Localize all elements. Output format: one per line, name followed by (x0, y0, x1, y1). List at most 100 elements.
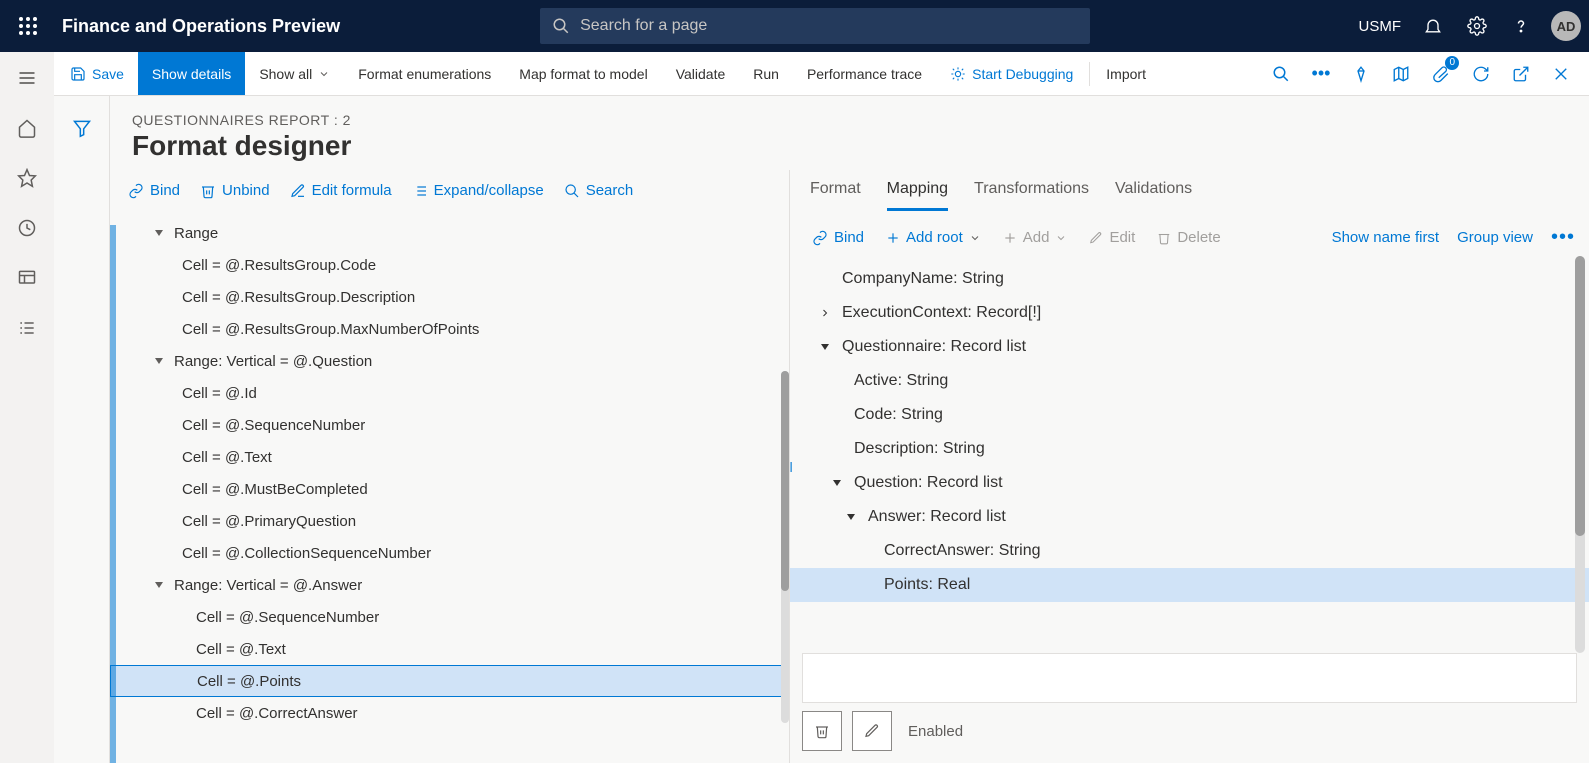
save-button[interactable]: Save (56, 52, 138, 95)
import-button[interactable]: Import (1092, 52, 1160, 95)
datasource-row[interactable]: Active: String (790, 364, 1589, 398)
unbind-button[interactable]: Unbind (192, 178, 278, 203)
group-view-link[interactable]: Group view (1457, 229, 1533, 246)
datasource-node-label: Answer: Record list (868, 508, 1006, 526)
validate-button[interactable]: Validate (662, 52, 740, 95)
left-rail (0, 52, 54, 763)
datasource-row[interactable]: Question: Record list (790, 466, 1589, 500)
datasource-row[interactable]: Answer: Record list (790, 500, 1589, 534)
diamond-icon[interactable] (1345, 58, 1377, 90)
avatar[interactable]: AD (1551, 11, 1581, 41)
map-format-button[interactable]: Map format to model (505, 52, 661, 95)
close-icon[interactable] (1545, 58, 1577, 90)
caret-icon[interactable] (816, 338, 834, 356)
expand-collapse-button[interactable]: Expand/collapse (404, 178, 552, 203)
chevron-down-icon (969, 232, 981, 244)
map-icon[interactable] (1385, 58, 1417, 90)
caret-down-icon[interactable] (150, 352, 168, 370)
tree-row[interactable]: Cell = @.ResultsGroup.Code (110, 249, 789, 281)
performance-trace-button[interactable]: Performance trace (793, 52, 936, 95)
tab-validations[interactable]: Validations (1115, 180, 1192, 211)
datasource-tree[interactable]: CompanyName: StringExecutionContext: Rec… (790, 256, 1589, 653)
workspace-icon[interactable] (7, 258, 47, 298)
more-icon[interactable]: ••• (1551, 226, 1575, 249)
caret-down-icon[interactable] (150, 224, 168, 242)
search-tree-button[interactable]: Search (556, 178, 642, 203)
datasource-row[interactable]: ExecutionContext: Record[!] (790, 296, 1589, 330)
tree-row[interactable]: Cell = @.SequenceNumber (110, 409, 789, 441)
tree-row[interactable]: Range: Vertical = @.Answer (110, 569, 789, 601)
bind-ds-button[interactable]: Bind (804, 225, 872, 250)
datasource-row[interactable]: Questionnaire: Record list (790, 330, 1589, 364)
app-launcher-icon[interactable] (8, 6, 48, 46)
funnel-icon[interactable] (64, 110, 100, 146)
home-icon[interactable] (7, 108, 47, 148)
global-search[interactable] (540, 8, 1090, 44)
tree-scrollbar[interactable] (781, 371, 789, 723)
search-action-icon[interactable] (1265, 58, 1297, 90)
tree-row[interactable]: Cell = @.PrimaryQuestion (110, 505, 789, 537)
format-tree[interactable]: RangeCell = @.ResultsGroup.CodeCell = @.… (110, 211, 789, 763)
add-root-button[interactable]: Add root (878, 225, 989, 250)
datasource-row[interactable]: Description: String (790, 432, 1589, 466)
bell-icon[interactable] (1413, 6, 1453, 46)
tree-row[interactable]: Cell = @.Id (110, 377, 789, 409)
format-enumerations-button[interactable]: Format enumerations (344, 52, 505, 95)
tree-row[interactable]: Cell = @.Points (110, 665, 789, 697)
formula-preview-box[interactable] (802, 653, 1577, 703)
tree-row[interactable]: Cell = @.CorrectAnswer (110, 697, 789, 729)
scrollbar-thumb[interactable] (781, 371, 789, 591)
caret-icon[interactable] (842, 508, 860, 526)
more-actions-icon[interactable]: ••• (1305, 58, 1337, 90)
scrollbar-thumb[interactable] (1575, 256, 1585, 536)
datasource-node-label: Code: String (854, 406, 943, 424)
caret-icon[interactable] (828, 474, 846, 492)
delete-condition-button[interactable] (802, 711, 842, 751)
gear-icon[interactable] (1457, 6, 1497, 46)
tree-node-label: Cell = @.SequenceNumber (196, 609, 379, 626)
datasource-row[interactable]: CorrectAnswer: String (790, 534, 1589, 568)
tree-row[interactable]: Cell = @.SequenceNumber (110, 601, 789, 633)
run-button[interactable]: Run (739, 52, 793, 95)
tree-node-label: Cell = @.CollectionSequenceNumber (182, 545, 431, 562)
tree-row[interactable]: Range (110, 217, 789, 249)
caret-icon[interactable] (816, 304, 834, 322)
plus-icon (1003, 231, 1017, 245)
tab-format[interactable]: Format (810, 180, 861, 211)
tree-row[interactable]: Cell = @.ResultsGroup.MaxNumberOfPoints (110, 313, 789, 345)
datasource-row[interactable]: Points: Real (790, 568, 1589, 602)
tree-node-label: Cell = @.ResultsGroup.MaxNumberOfPoints (182, 321, 479, 338)
bind-button[interactable]: Bind (120, 178, 188, 203)
caret-down-icon[interactable] (150, 576, 168, 594)
popout-icon[interactable] (1505, 58, 1537, 90)
hamburger-icon[interactable] (7, 58, 47, 98)
show-details-button[interactable]: Show details (138, 52, 245, 95)
modules-icon[interactable] (7, 308, 47, 348)
show-all-button[interactable]: Show all (245, 52, 344, 95)
datasource-row[interactable]: Code: String (790, 398, 1589, 432)
tab-mapping[interactable]: Mapping (887, 180, 948, 211)
tree-row[interactable]: Cell = @.CollectionSequenceNumber (110, 537, 789, 569)
tab-transformations[interactable]: Transformations (974, 180, 1089, 211)
refresh-icon[interactable] (1465, 58, 1497, 90)
tree-row[interactable]: Range: Vertical = @.Question (110, 345, 789, 377)
edit-formula-button[interactable]: Edit formula (282, 178, 400, 203)
tree-row[interactable]: Cell = @.ResultsGroup.Description (110, 281, 789, 313)
tree-row[interactable]: Cell = @.Text (110, 441, 789, 473)
star-icon[interactable] (7, 158, 47, 198)
tree-row[interactable]: Cell = @.Text (110, 633, 789, 665)
show-name-first-link[interactable]: Show name first (1332, 229, 1440, 246)
tree-row[interactable]: Cell = @.MustBeCompleted (110, 473, 789, 505)
datasource-node-label: Points: Real (884, 576, 970, 594)
company-label[interactable]: USMF (1359, 18, 1402, 35)
ds-scrollbar[interactable] (1575, 256, 1585, 653)
plus-icon (886, 231, 900, 245)
edit-condition-button[interactable] (852, 711, 892, 751)
datasource-row[interactable]: CompanyName: String (790, 262, 1589, 296)
chevron-down-icon (318, 68, 330, 80)
clock-icon[interactable] (7, 208, 47, 248)
attachments-icon[interactable]: 0 (1425, 58, 1457, 90)
help-icon[interactable] (1501, 6, 1541, 46)
search-input[interactable] (580, 17, 1078, 35)
start-debugging-button[interactable]: Start Debugging (936, 52, 1087, 95)
